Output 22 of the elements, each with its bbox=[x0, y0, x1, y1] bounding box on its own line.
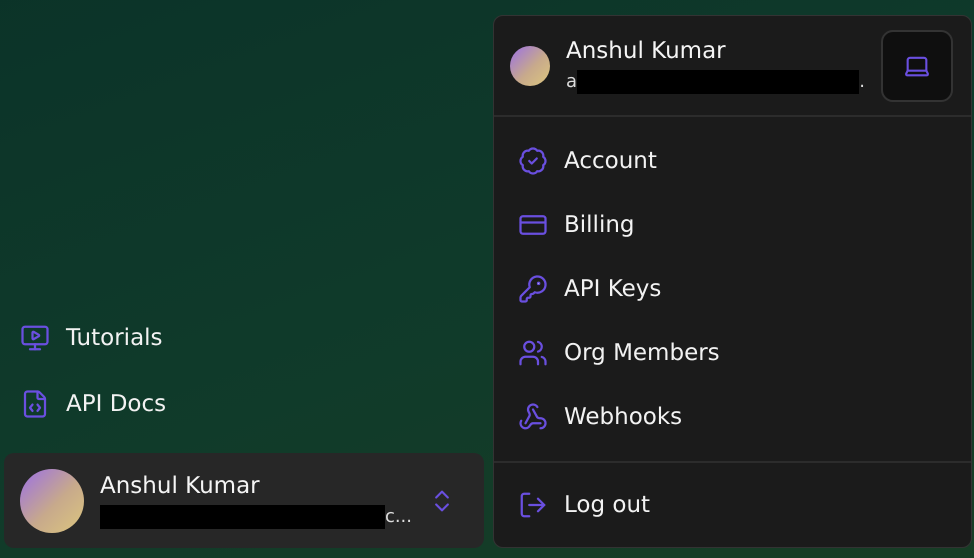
menu-item[interactable]: Org Members bbox=[518, 333, 720, 373]
user-name: Anshul Kumar bbox=[566, 38, 727, 64]
logout-icon bbox=[518, 490, 548, 520]
email-text: c... bbox=[384, 506, 412, 527]
badge-check-icon bbox=[518, 146, 548, 176]
laptop-button[interactable] bbox=[881, 30, 953, 102]
menu-item[interactable]: Account bbox=[518, 141, 657, 181]
email-text: . bbox=[859, 71, 865, 92]
sidebar-link[interactable]: Tutorials bbox=[20, 323, 163, 353]
menu-item[interactable]: Billing bbox=[518, 205, 635, 245]
users-icon bbox=[518, 338, 548, 368]
monitor-play-icon bbox=[20, 323, 50, 353]
key-icon bbox=[518, 274, 548, 304]
menu-item[interactable]: API Keys bbox=[518, 269, 662, 309]
menu-item[interactable]: Webhooks bbox=[518, 397, 682, 437]
email-text: a bbox=[566, 71, 578, 92]
user-name: Anshul Kumar bbox=[100, 472, 261, 498]
sidebar-link[interactable]: API Docs bbox=[20, 389, 166, 419]
webhook-icon bbox=[518, 402, 548, 432]
logout-item[interactable]: Log out bbox=[518, 485, 650, 525]
avatar bbox=[510, 46, 550, 86]
user-card[interactable]: Anshul Kumar c... bbox=[4, 453, 484, 548]
